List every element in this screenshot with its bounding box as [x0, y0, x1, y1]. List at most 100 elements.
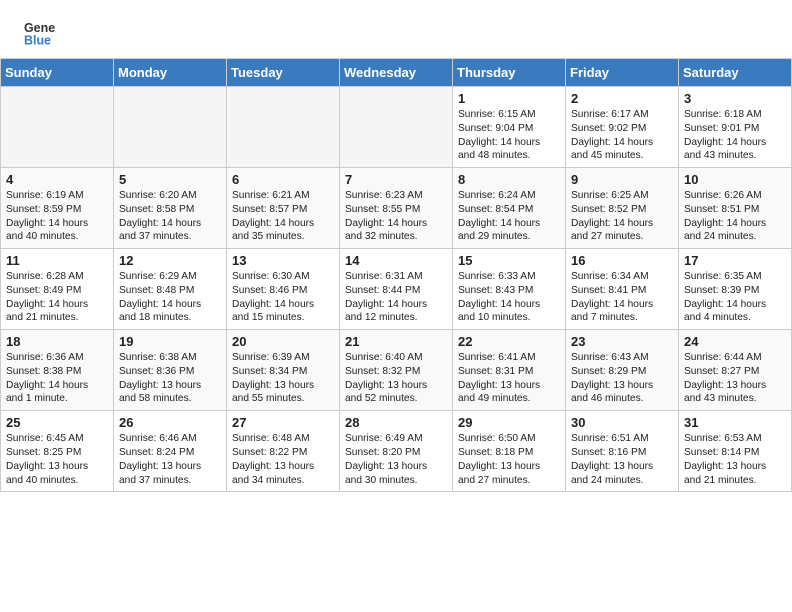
col-header-tuesday: Tuesday	[227, 59, 340, 87]
calendar-cell: 16 Sunrise: 6:34 AM Sunset: 8:41 PM Dayli…	[566, 249, 679, 330]
day-number: 18	[6, 334, 108, 349]
cell-content: Sunrise: 6:46 AM Sunset: 8:24 PM Dayligh…	[119, 432, 221, 487]
calendar-cell	[1, 87, 114, 168]
calendar-cell: 3Sunrise: 6:18 AM Sunset: 9:01 PM Daylig…	[679, 87, 792, 168]
calendar-cell: 1 Sunrise: 6:15 AM Sunset: 9:04 PM Daylig…	[453, 87, 566, 168]
calendar-cell: 29Sunrise: 6:50 AM Sunset: 8:18 PM Dayli…	[453, 411, 566, 492]
day-number: 15	[458, 253, 560, 268]
day-number: 23	[571, 334, 673, 349]
calendar-cell: 21Sunrise: 6:40 AM Sunset: 8:32 PM Dayli…	[340, 330, 453, 411]
calendar-cell: 5Sunrise: 6:20 AM Sunset: 8:58 PM Daylig…	[114, 168, 227, 249]
calendar-week-5: 25 Sunrise: 6:45 AM Sunset: 8:25 PM Dayli…	[1, 411, 792, 492]
day-number: 9	[571, 172, 673, 187]
cell-content: Sunrise: 6:31 AM Sunset: 8:44 PM Dayligh…	[345, 270, 447, 325]
calendar-cell: 12 Sunrise: 6:29 AM Sunset: 8:48 PM Dayli…	[114, 249, 227, 330]
cell-content: Sunrise: 6:19 AM Sunset: 8:59 PM Dayligh…	[6, 189, 108, 244]
calendar-cell: 8 Sunrise: 6:24 AM Sunset: 8:54 PM Daylig…	[453, 168, 566, 249]
cell-content: Sunrise: 6:41 AM Sunset: 8:31 PM Dayligh…	[458, 351, 560, 406]
calendar-cell: 28Sunrise: 6:49 AM Sunset: 8:20 PM Dayli…	[340, 411, 453, 492]
col-header-friday: Friday	[566, 59, 679, 87]
calendar-cell: 26 Sunrise: 6:46 AM Sunset: 8:24 PM Dayli…	[114, 411, 227, 492]
calendar-cell: 17Sunrise: 6:35 AM Sunset: 8:39 PM Dayli…	[679, 249, 792, 330]
day-number: 13	[232, 253, 334, 268]
day-number: 26	[119, 415, 221, 430]
cell-content: Sunrise: 6:38 AM Sunset: 8:36 PM Dayligh…	[119, 351, 221, 406]
cell-content: Sunrise: 6:33 AM Sunset: 8:43 PM Dayligh…	[458, 270, 560, 325]
calendar-cell	[340, 87, 453, 168]
day-number: 30	[571, 415, 673, 430]
day-number: 1	[458, 91, 560, 106]
day-number: 21	[345, 334, 447, 349]
day-number: 6	[232, 172, 334, 187]
cell-content: Sunrise: 6:36 AM Sunset: 8:38 PM Dayligh…	[6, 351, 108, 406]
calendar-cell: 15 Sunrise: 6:33 AM Sunset: 8:43 PM Dayli…	[453, 249, 566, 330]
cell-content: Sunrise: 6:51 AM Sunset: 8:16 PM Dayligh…	[571, 432, 673, 487]
day-number: 29	[458, 415, 560, 430]
calendar-cell: 18 Sunrise: 6:36 AM Sunset: 8:38 PM Dayli…	[1, 330, 114, 411]
calendar-cell: 7 Sunrise: 6:23 AM Sunset: 8:55 PM Daylig…	[340, 168, 453, 249]
cell-content: Sunrise: 6:23 AM Sunset: 8:55 PM Dayligh…	[345, 189, 447, 244]
cell-content: Sunrise: 6:53 AM Sunset: 8:14 PM Dayligh…	[684, 432, 786, 487]
day-number: 17	[684, 253, 786, 268]
cell-content: Sunrise: 6:28 AM Sunset: 8:49 PM Dayligh…	[6, 270, 108, 325]
cell-content: Sunrise: 6:49 AM Sunset: 8:20 PM Dayligh…	[345, 432, 447, 487]
day-number: 16	[571, 253, 673, 268]
cell-content: Sunrise: 6:43 AM Sunset: 8:29 PM Dayligh…	[571, 351, 673, 406]
cell-content: Sunrise: 6:44 AM Sunset: 8:27 PM Dayligh…	[684, 351, 786, 406]
col-header-wednesday: Wednesday	[340, 59, 453, 87]
cell-content: Sunrise: 6:29 AM Sunset: 8:48 PM Dayligh…	[119, 270, 221, 325]
day-number: 25	[6, 415, 108, 430]
day-number: 8	[458, 172, 560, 187]
calendar-cell: 20 Sunrise: 6:39 AM Sunset: 8:34 PM Dayli…	[227, 330, 340, 411]
day-number: 14	[345, 253, 447, 268]
cell-content: Sunrise: 6:15 AM Sunset: 9:04 PM Dayligh…	[458, 108, 560, 163]
day-number: 19	[119, 334, 221, 349]
cell-content: Sunrise: 6:17 AM Sunset: 9:02 PM Dayligh…	[571, 108, 673, 163]
day-number: 7	[345, 172, 447, 187]
day-number: 22	[458, 334, 560, 349]
calendar-cell: 11Sunrise: 6:28 AM Sunset: 8:49 PM Dayli…	[1, 249, 114, 330]
calendar-cell: 24 Sunrise: 6:44 AM Sunset: 8:27 PM Dayli…	[679, 330, 792, 411]
day-number: 24	[684, 334, 786, 349]
calendar-cell: 22 Sunrise: 6:41 AM Sunset: 8:31 PM Dayli…	[453, 330, 566, 411]
page-header: General Blue	[0, 0, 792, 58]
logo-icon: General Blue	[24, 18, 56, 50]
calendar-cell: 9 Sunrise: 6:25 AM Sunset: 8:52 PM Daylig…	[566, 168, 679, 249]
day-number: 3	[684, 91, 786, 106]
svg-text:Blue: Blue	[24, 34, 51, 48]
day-number: 20	[232, 334, 334, 349]
col-header-saturday: Saturday	[679, 59, 792, 87]
col-header-sunday: Sunday	[1, 59, 114, 87]
calendar-cell: 23 Sunrise: 6:43 AM Sunset: 8:29 PM Dayli…	[566, 330, 679, 411]
calendar-cell: 31 Sunrise: 6:53 AM Sunset: 8:14 PM Dayli…	[679, 411, 792, 492]
day-number: 4	[6, 172, 108, 187]
calendar-cell	[114, 87, 227, 168]
calendar-cell: 25 Sunrise: 6:45 AM Sunset: 8:25 PM Dayli…	[1, 411, 114, 492]
calendar-body: 1 Sunrise: 6:15 AM Sunset: 9:04 PM Daylig…	[1, 87, 792, 492]
day-number: 5	[119, 172, 221, 187]
day-number: 31	[684, 415, 786, 430]
calendar-cell: 14 Sunrise: 6:31 AM Sunset: 8:44 PM Dayli…	[340, 249, 453, 330]
cell-content: Sunrise: 6:26 AM Sunset: 8:51 PM Dayligh…	[684, 189, 786, 244]
cell-content: Sunrise: 6:30 AM Sunset: 8:46 PM Dayligh…	[232, 270, 334, 325]
cell-content: Sunrise: 6:45 AM Sunset: 8:25 PM Dayligh…	[6, 432, 108, 487]
calendar-cell: 6 Sunrise: 6:21 AM Sunset: 8:57 PM Daylig…	[227, 168, 340, 249]
cell-content: Sunrise: 6:25 AM Sunset: 8:52 PM Dayligh…	[571, 189, 673, 244]
day-number: 10	[684, 172, 786, 187]
calendar-cell: 19 Sunrise: 6:38 AM Sunset: 8:36 PM Dayli…	[114, 330, 227, 411]
cell-content: Sunrise: 6:24 AM Sunset: 8:54 PM Dayligh…	[458, 189, 560, 244]
col-header-monday: Monday	[114, 59, 227, 87]
day-number: 2	[571, 91, 673, 106]
cell-content: Sunrise: 6:34 AM Sunset: 8:41 PM Dayligh…	[571, 270, 673, 325]
day-number: 27	[232, 415, 334, 430]
cell-content: Sunrise: 6:21 AM Sunset: 8:57 PM Dayligh…	[232, 189, 334, 244]
calendar-week-1: 1 Sunrise: 6:15 AM Sunset: 9:04 PM Daylig…	[1, 87, 792, 168]
day-number: 12	[119, 253, 221, 268]
cell-content: Sunrise: 6:48 AM Sunset: 8:22 PM Dayligh…	[232, 432, 334, 487]
calendar-cell: 30 Sunrise: 6:51 AM Sunset: 8:16 PM Dayli…	[566, 411, 679, 492]
cell-content: Sunrise: 6:39 AM Sunset: 8:34 PM Dayligh…	[232, 351, 334, 406]
calendar-header-row: SundayMondayTuesdayWednesdayThursdayFrid…	[1, 59, 792, 87]
calendar-cell: 2 Sunrise: 6:17 AM Sunset: 9:02 PM Daylig…	[566, 87, 679, 168]
calendar-cell: 10 Sunrise: 6:26 AM Sunset: 8:51 PM Dayli…	[679, 168, 792, 249]
calendar-cell: 13 Sunrise: 6:30 AM Sunset: 8:46 PM Dayli…	[227, 249, 340, 330]
